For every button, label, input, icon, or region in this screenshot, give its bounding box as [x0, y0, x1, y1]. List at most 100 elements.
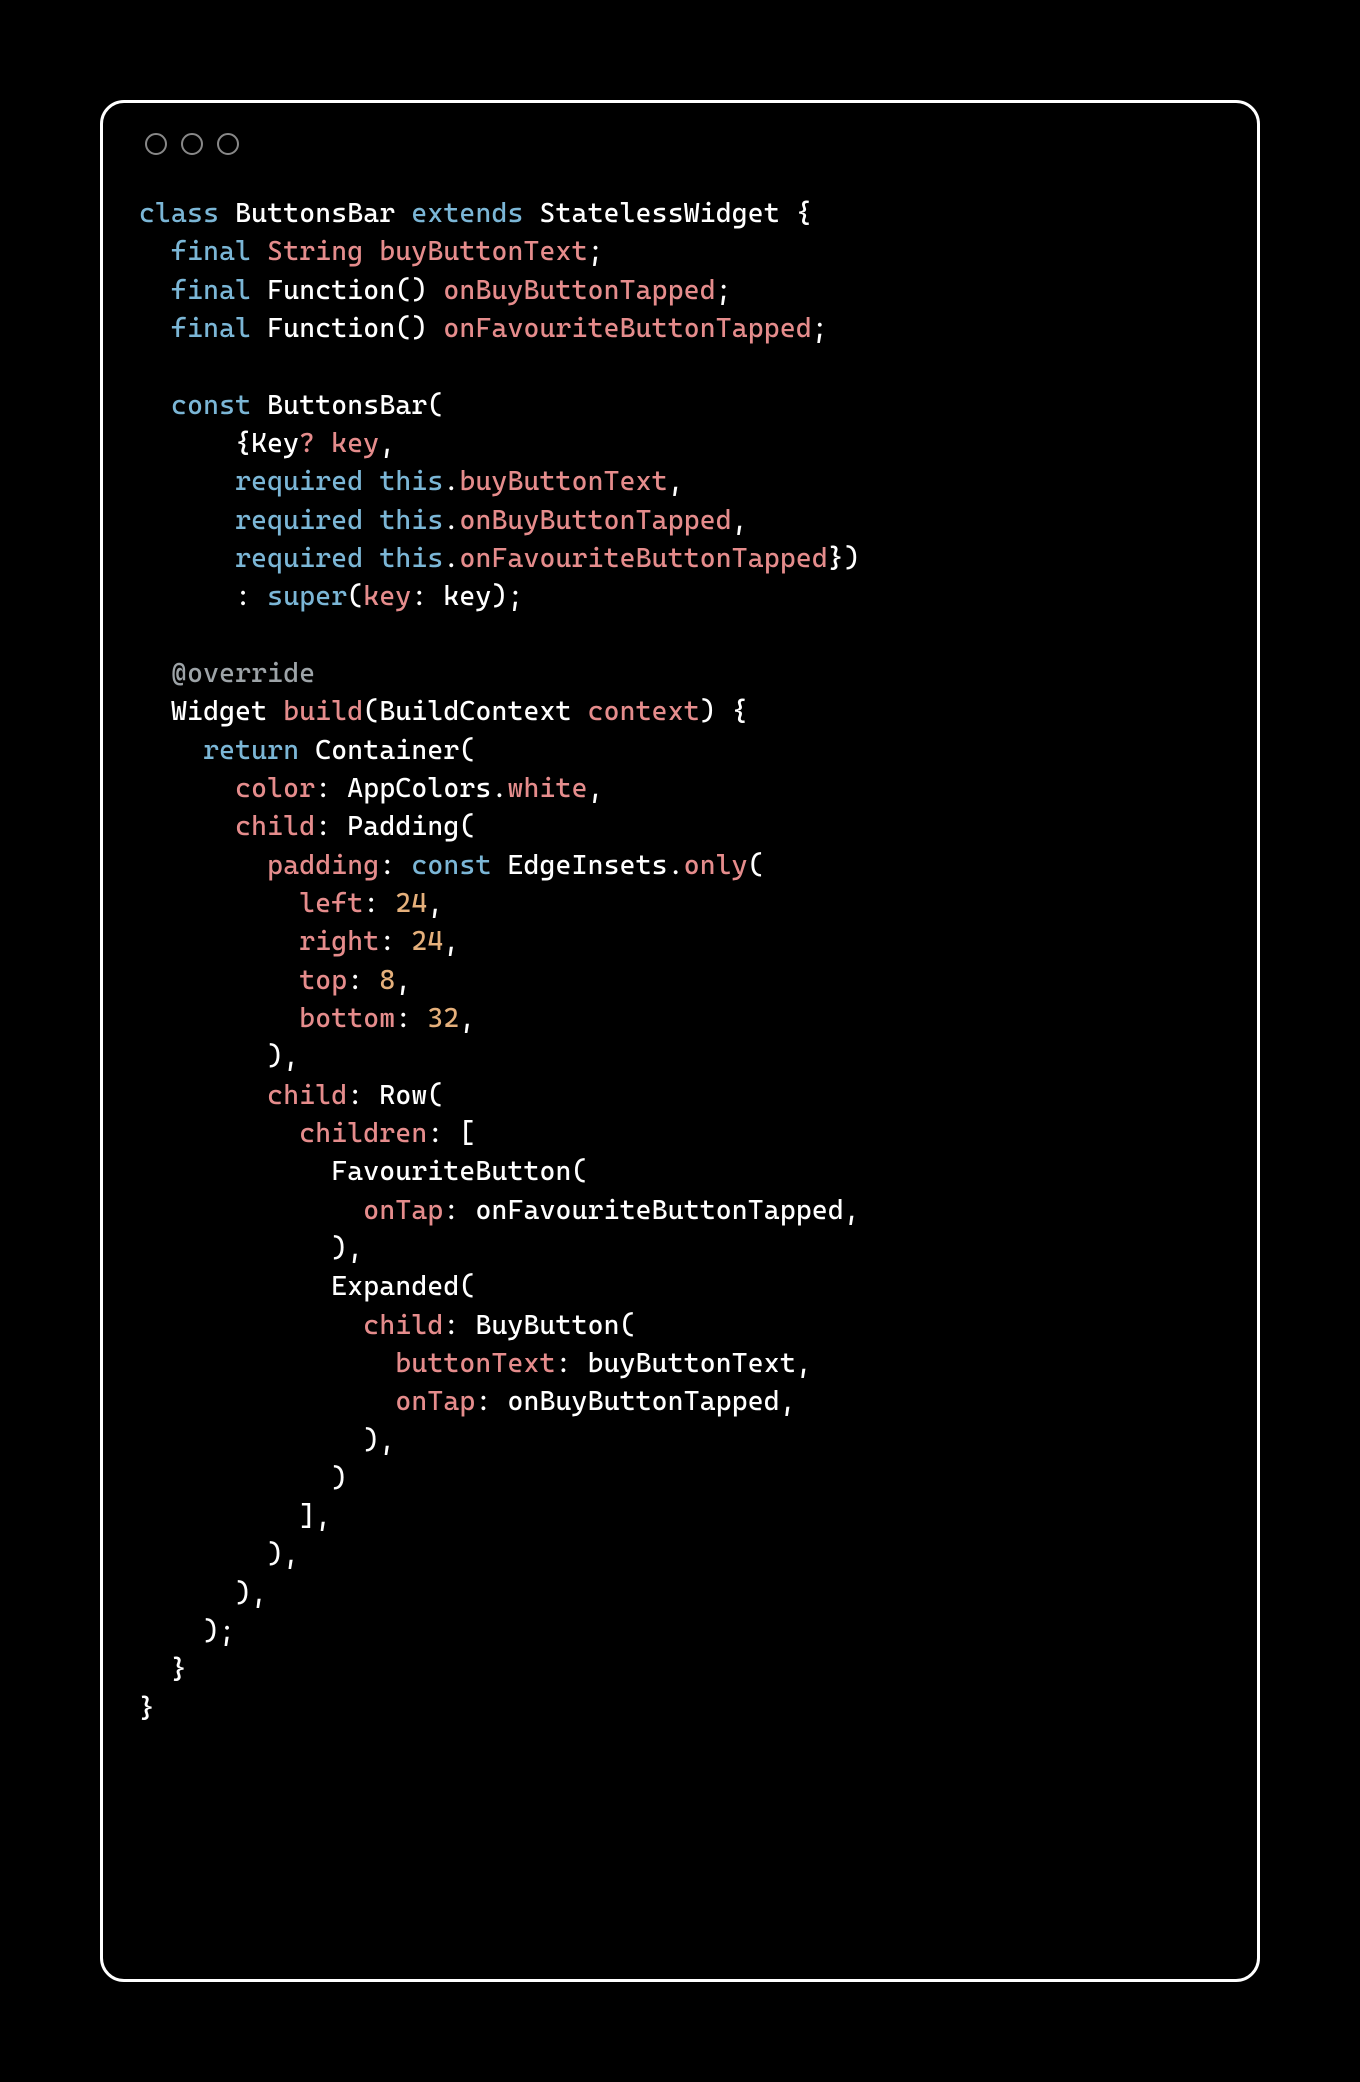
arg-children: children: [299, 1118, 427, 1149]
punct: .: [443, 505, 459, 536]
punct: ,: [443, 926, 459, 957]
punct: ,: [459, 1003, 475, 1034]
param-key-type: {Key: [139, 428, 299, 459]
punct: ,: [668, 466, 684, 497]
arg-top: top: [299, 965, 347, 996]
field-buyButtonText: buyButtonText: [379, 236, 587, 267]
indent: [139, 236, 171, 267]
punct: ,: [379, 428, 395, 459]
punct: :: [395, 1003, 427, 1034]
param-key: key: [315, 428, 379, 459]
indent: [139, 1386, 395, 1417]
punct: (: [347, 581, 363, 612]
close-paren: ),: [139, 1539, 299, 1570]
method-build: build: [283, 696, 363, 727]
num-8: 8: [379, 965, 395, 996]
indent: [139, 773, 235, 804]
call-row: : Row(: [347, 1080, 443, 1111]
indent: :: [139, 581, 267, 612]
window-zoom-dot[interactable]: [217, 133, 239, 155]
param-onBuyButtonTapped: onBuyButtonTapped: [459, 505, 731, 536]
kw-const: const: [411, 850, 507, 881]
kw-this: this: [379, 505, 443, 536]
arg-onTap: onTap: [363, 1195, 443, 1226]
arg-buttonText: buttonText: [395, 1348, 555, 1379]
punct: ;: [812, 313, 828, 344]
close-paren: ),: [139, 1041, 299, 1072]
indent: [139, 313, 171, 344]
close-paren: ),: [139, 1578, 267, 1609]
value-onBuyButtonTapped: : onBuyButtonTapped,: [475, 1386, 795, 1417]
arg-left: left: [299, 888, 363, 919]
punct: ,: [427, 888, 443, 919]
param-context: context: [588, 696, 700, 727]
indent: [139, 1118, 299, 1149]
param-buildcontext: (BuildContext: [363, 696, 587, 727]
punct: }): [828, 543, 860, 574]
arg-child: child: [363, 1310, 443, 1341]
punct: : key);: [411, 581, 523, 612]
close-brace: }: [139, 1693, 155, 1724]
punct: (: [748, 850, 764, 881]
punct: ,: [395, 965, 411, 996]
value-onFavouriteButtonTapped: : onFavouriteButtonTapped,: [443, 1195, 860, 1226]
method-only: only: [684, 850, 748, 881]
close-paren: ),: [139, 1233, 363, 1264]
param-buyButtonText: buyButtonText: [459, 466, 667, 497]
punct: :: [347, 965, 379, 996]
punct: .: [443, 466, 459, 497]
param-onFavouriteButtonTapped: onFavouriteButtonTapped: [459, 543, 827, 574]
call-buybutton: : BuyButton(: [443, 1310, 635, 1341]
window-titlebar: [139, 133, 1221, 155]
close-paren: ),: [139, 1425, 395, 1456]
close-paren: ): [139, 1463, 347, 1494]
value-white: white: [507, 773, 587, 804]
arg-right: right: [299, 926, 379, 957]
indent: [139, 658, 171, 689]
window-minimize-dot[interactable]: [181, 133, 203, 155]
num-32: 32: [427, 1003, 459, 1034]
indent: [139, 505, 235, 536]
window-close-dot[interactable]: [145, 133, 167, 155]
class-name: ButtonsBar: [235, 198, 411, 229]
kw-super: super: [267, 581, 347, 612]
close-bracket: ],: [139, 1501, 331, 1532]
field-onBuyButtonTapped: onBuyButtonTapped: [443, 275, 715, 306]
kw-final: final: [171, 236, 267, 267]
kw-final: final: [171, 313, 267, 344]
nullable-q: ?: [299, 428, 315, 459]
field-onFavouriteButtonTapped: onFavouriteButtonTapped: [443, 313, 811, 344]
kw-extends: extends: [411, 198, 539, 229]
kw-required: required: [235, 505, 379, 536]
indent: [139, 466, 235, 497]
kw-const: const: [171, 390, 267, 421]
value-buyButtonText: : buyButtonText,: [556, 1348, 812, 1379]
indent: [139, 811, 235, 842]
indent: [139, 390, 171, 421]
kw-return: return: [203, 735, 315, 766]
indent: [139, 1348, 395, 1379]
arg-onTap: onTap: [395, 1386, 475, 1417]
type-function: Function(): [267, 275, 443, 306]
indent: [139, 1195, 363, 1226]
code-block: class ButtonsBar extends StatelessWidget…: [139, 195, 1221, 1728]
text: : AppColors.: [315, 773, 507, 804]
indent: [139, 888, 299, 919]
super-class: StatelessWidget {: [540, 198, 812, 229]
punct: ;: [716, 275, 732, 306]
annotation-override: @override: [171, 658, 315, 689]
kw-final: final: [171, 275, 267, 306]
type-function: Function(): [267, 313, 443, 344]
indent: [139, 735, 203, 766]
arg-child: child: [235, 811, 315, 842]
punct: ) {: [700, 696, 748, 727]
call-padding: : Padding(: [315, 811, 475, 842]
arg-color: color: [235, 773, 315, 804]
kw-class: class: [139, 198, 235, 229]
punct: ;: [588, 236, 604, 267]
kw-this: this: [379, 466, 443, 497]
call-container: Container(: [315, 735, 475, 766]
indent: [139, 1310, 363, 1341]
punct: ,: [588, 773, 604, 804]
indent: [139, 1003, 299, 1034]
